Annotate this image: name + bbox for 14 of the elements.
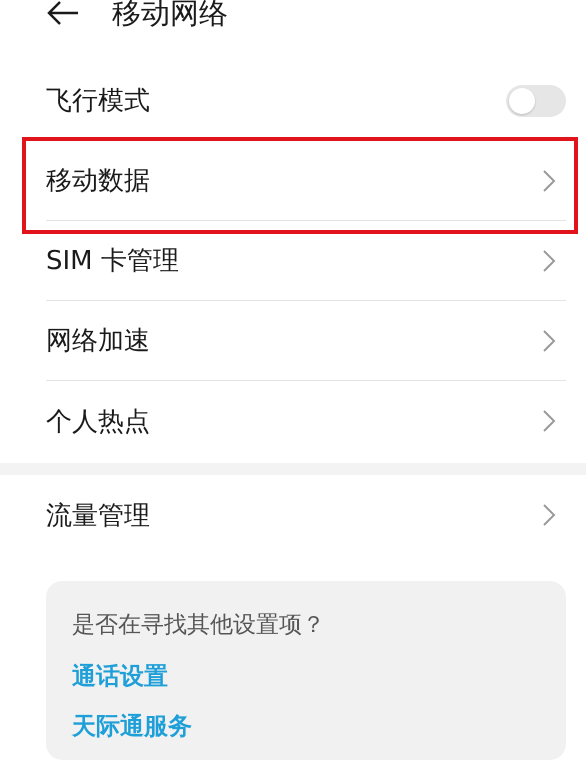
setting-item[interactable]: 网络加速 — [46, 323, 150, 358]
setting-item[interactable]: SIM 卡管理 — [46, 243, 179, 278]
back-arrow-icon[interactable] — [46, 0, 80, 26]
chevron-right-icon — [542, 168, 556, 192]
chevron-right-icon — [542, 248, 556, 272]
chevron-right-icon — [542, 503, 556, 527]
setting-item[interactable]: 流量管理 — [46, 498, 150, 532]
setting-item[interactable]: 个人热点 — [46, 404, 150, 438]
setting-item[interactable]: 飞行模式 — [46, 83, 150, 118]
suggestion-question: 是否在寻找其他设置项？ — [72, 611, 325, 640]
toggle-switch[interactable] — [506, 84, 566, 116]
setting-item[interactable]: 移动数据 — [46, 163, 150, 198]
chevron-right-icon — [542, 409, 556, 433]
chevron-right-icon — [542, 328, 556, 352]
